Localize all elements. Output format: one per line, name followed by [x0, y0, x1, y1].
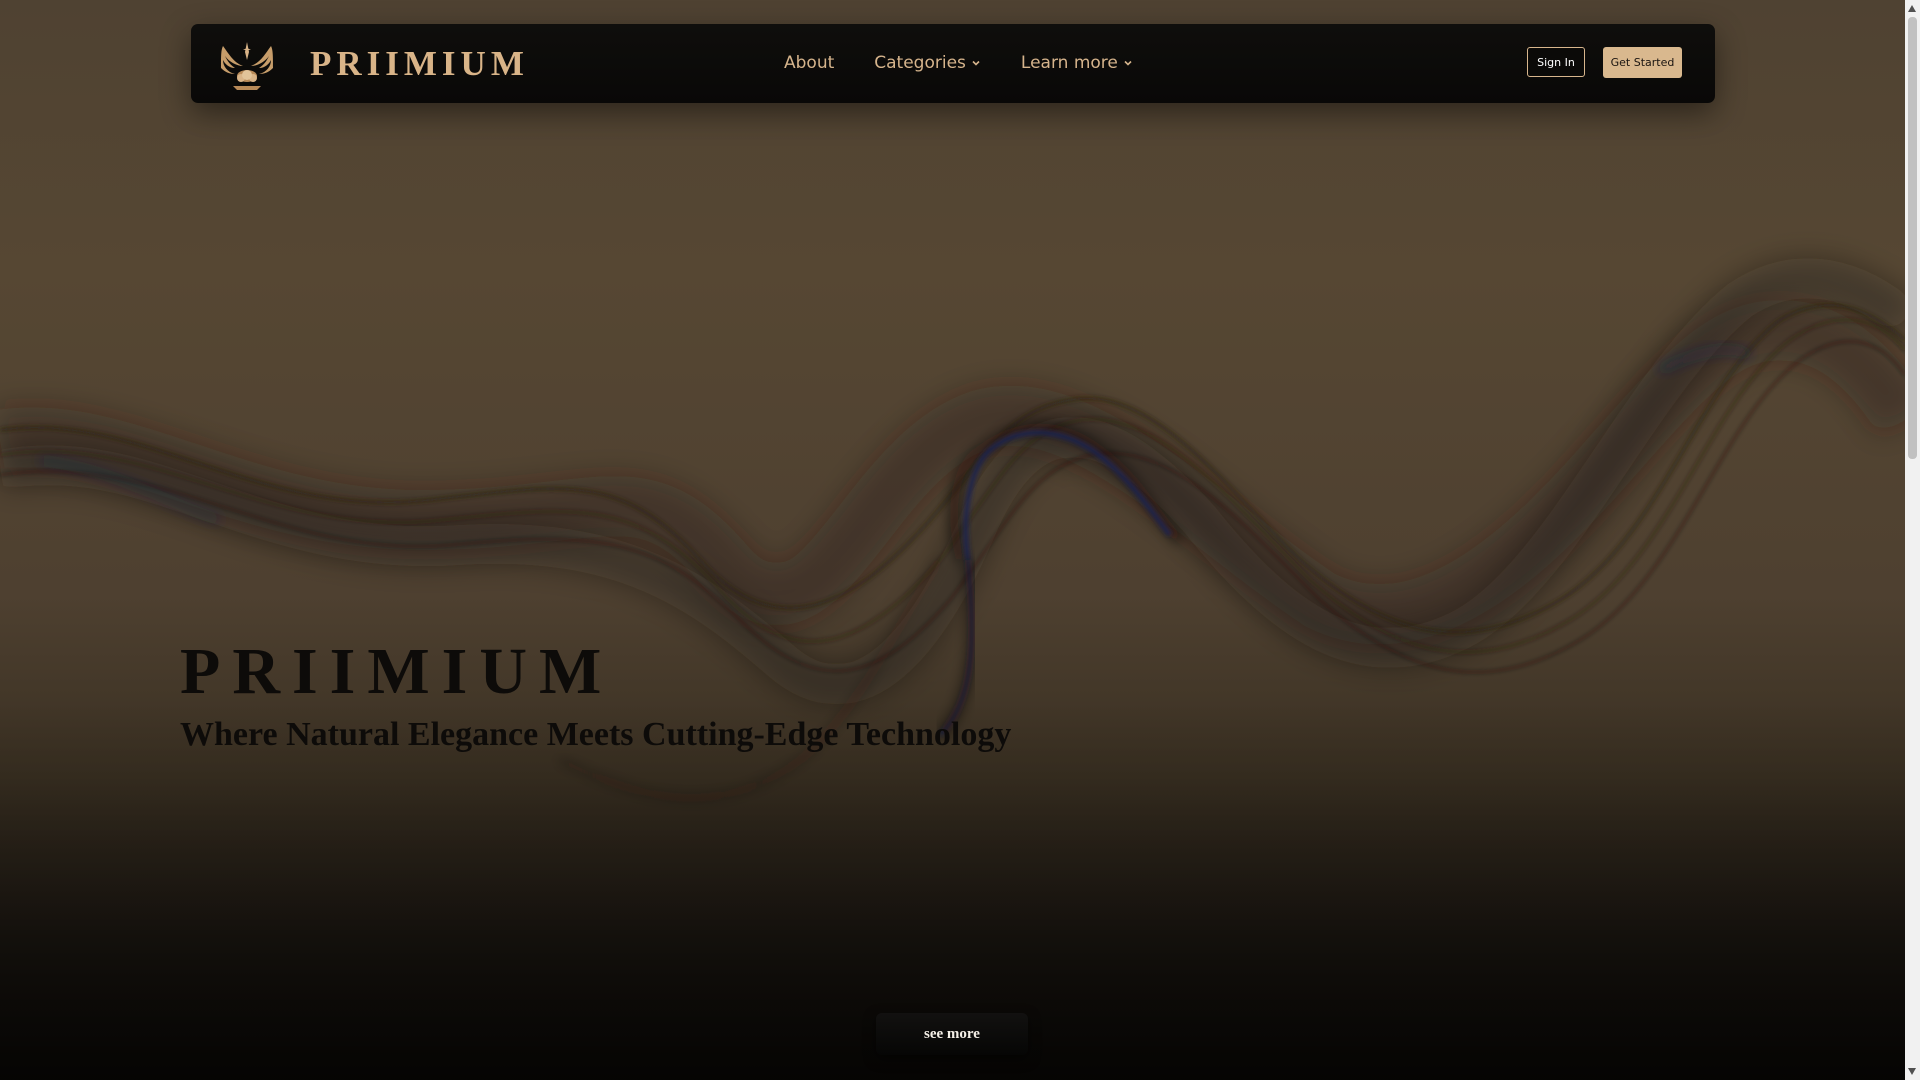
- hero-background-waves: [0, 258, 1905, 1080]
- nav-learn-more-label: Learn more: [1020, 53, 1118, 73]
- chevron-down-icon: [972, 60, 980, 66]
- top-navbar: PRIIMIUM About Categories Learn more Sig…: [191, 24, 1715, 103]
- main-nav: About Categories Learn more: [784, 52, 1133, 74]
- vertical-scrollbar[interactable]: [1905, 0, 1920, 1080]
- scrollbar-thumb[interactable]: [1908, 17, 1917, 459]
- brand-name[interactable]: PRIIMIUM: [310, 42, 529, 86]
- see-more-button[interactable]: see more: [876, 1013, 1028, 1055]
- scroll-down-arrow-icon[interactable]: [1908, 1068, 1916, 1075]
- hero-title: PRIIMIUM: [180, 635, 614, 708]
- nav-categories-dropdown[interactable]: Categories: [874, 52, 981, 74]
- nav-categories-label: Categories: [874, 53, 966, 73]
- scroll-up-arrow-icon[interactable]: [1908, 5, 1916, 12]
- chevron-down-icon: [1124, 60, 1132, 66]
- page: PRIIMIUM About Categories Learn more Sig…: [0, 0, 1920, 1080]
- hero-subtitle: Where Natural Elegance Meets Cutting-Edg…: [180, 716, 1012, 753]
- nav-learn-more-dropdown[interactable]: Learn more: [1021, 52, 1133, 74]
- sign-in-button[interactable]: Sign In: [1527, 47, 1585, 77]
- get-started-button[interactable]: Get Started: [1603, 47, 1682, 78]
- nav-about-link[interactable]: About: [784, 52, 834, 74]
- nav-about-label: About: [784, 53, 835, 73]
- winged-emblem-icon[interactable]: [215, 32, 279, 96]
